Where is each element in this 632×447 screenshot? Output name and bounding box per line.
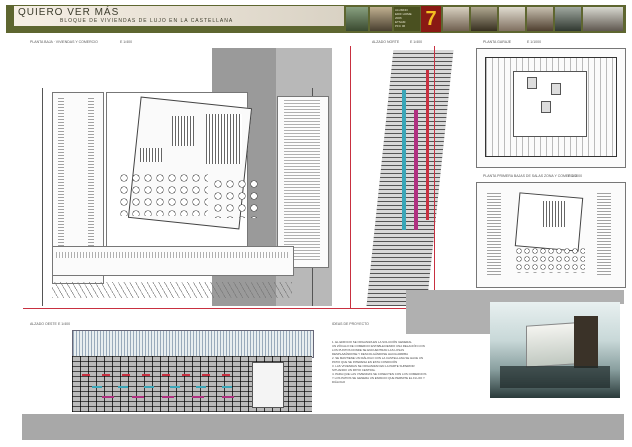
thumbnail-render: [583, 7, 623, 31]
ideas-item: 3. LAS VIVIENDAS SE ORGANIZAN EN LA PART…: [332, 364, 415, 372]
page-subtitle: BLOQUE DE VIVIENDAS DE LUJO EN LA CASTEL…: [60, 18, 234, 24]
grid-line: [434, 46, 435, 308]
thumbnail-render: [499, 7, 525, 31]
ideas-text-block: 1. EL EDIFICIO SE ORGANIZA EN LA SOLUCIÓ…: [332, 340, 428, 384]
trees: [118, 172, 208, 216]
stair-core: [551, 83, 561, 95]
label-alzado-oeste: ALZADO OESTE: [30, 322, 57, 326]
render-ground: [500, 366, 610, 388]
garage-plan: [476, 48, 626, 168]
ideas-item: 4. PARA QUE LAS VIVIENDAS SE CONECTEN CO…: [332, 372, 427, 384]
thumbnail-render: [527, 7, 553, 31]
grid-line: [23, 308, 433, 309]
info-line: PFC 06: [395, 24, 406, 28]
building-render: [490, 302, 620, 398]
facade-accent-teal: [92, 386, 242, 388]
label-planta-garaje: PLANTA GARAJE: [483, 40, 512, 44]
thumbnail-render: [471, 7, 497, 31]
trees: [212, 178, 262, 218]
unit-grid: [284, 100, 320, 260]
skylight: [140, 148, 162, 162]
trees: [515, 247, 585, 273]
facade-accent-red: [82, 374, 242, 376]
label-alzado-norte: ALZADO NORTE: [372, 40, 400, 44]
label-scale: E 1/400: [410, 40, 423, 44]
elevation-opening: [252, 362, 284, 408]
facade-accent-teal: [402, 90, 406, 230]
facade-accent-red: [426, 70, 429, 220]
commercial-strip: [52, 246, 294, 276]
label-scale: E 1/400: [120, 40, 133, 44]
thumbnail-render: [346, 7, 368, 31]
label-scale: E 1/400: [58, 322, 71, 326]
skylight: [543, 201, 567, 227]
thumbnail-render: [370, 7, 392, 31]
info-panel: ALUMNO EDIF HOME 2006 ETSAM PFC 06: [394, 7, 420, 31]
west-elevation: [72, 330, 314, 412]
facade-accent-magenta: [102, 396, 242, 398]
stair-core: [541, 101, 551, 113]
label-planta-baja: PLANTA BAJA · VIVIENDAS Y COMERCIO: [30, 40, 98, 44]
unit-grid: [487, 193, 501, 275]
ideas-item: UN ZÓCALO DE COMERCIO ESTABLECIENDO UNA …: [332, 344, 425, 356]
sheet-number: 7: [421, 6, 441, 32]
north-elevation: [366, 50, 454, 306]
render-building: [526, 322, 576, 368]
skylight: [172, 116, 194, 146]
ramp-hatching: [52, 282, 292, 298]
street-edge: [22, 88, 43, 306]
elevation-facade: [366, 50, 454, 306]
page-title: QUIERO VER MÁS: [18, 7, 120, 18]
first-floor-plan: [476, 182, 626, 288]
grid-line: [350, 46, 351, 308]
shop-fronts: [56, 252, 288, 258]
label-scale: E 1/1000: [527, 40, 542, 44]
skylight: [206, 114, 242, 164]
label-ideas: IDEAS DE PROYECTO: [332, 322, 369, 326]
facade-accent-magenta: [414, 110, 418, 230]
ideas-item: 2. SE MANTIENE UN DIÁLOGO CON LA CASTELL…: [332, 356, 424, 364]
unit-grid: [597, 193, 611, 275]
stair-core: [527, 77, 537, 89]
label-scale: E 1/1000: [568, 174, 583, 178]
thumbnail-render: [443, 7, 469, 31]
elevation-top-band: [72, 330, 314, 358]
label-planta-primera: PLANTA PRIMERA BAJAS DE SALAS ZONA Y COM…: [483, 174, 577, 178]
ground-band: [22, 414, 624, 440]
render-building-dark: [574, 316, 598, 368]
road: [406, 304, 490, 334]
thumbnail-render: [555, 7, 581, 31]
